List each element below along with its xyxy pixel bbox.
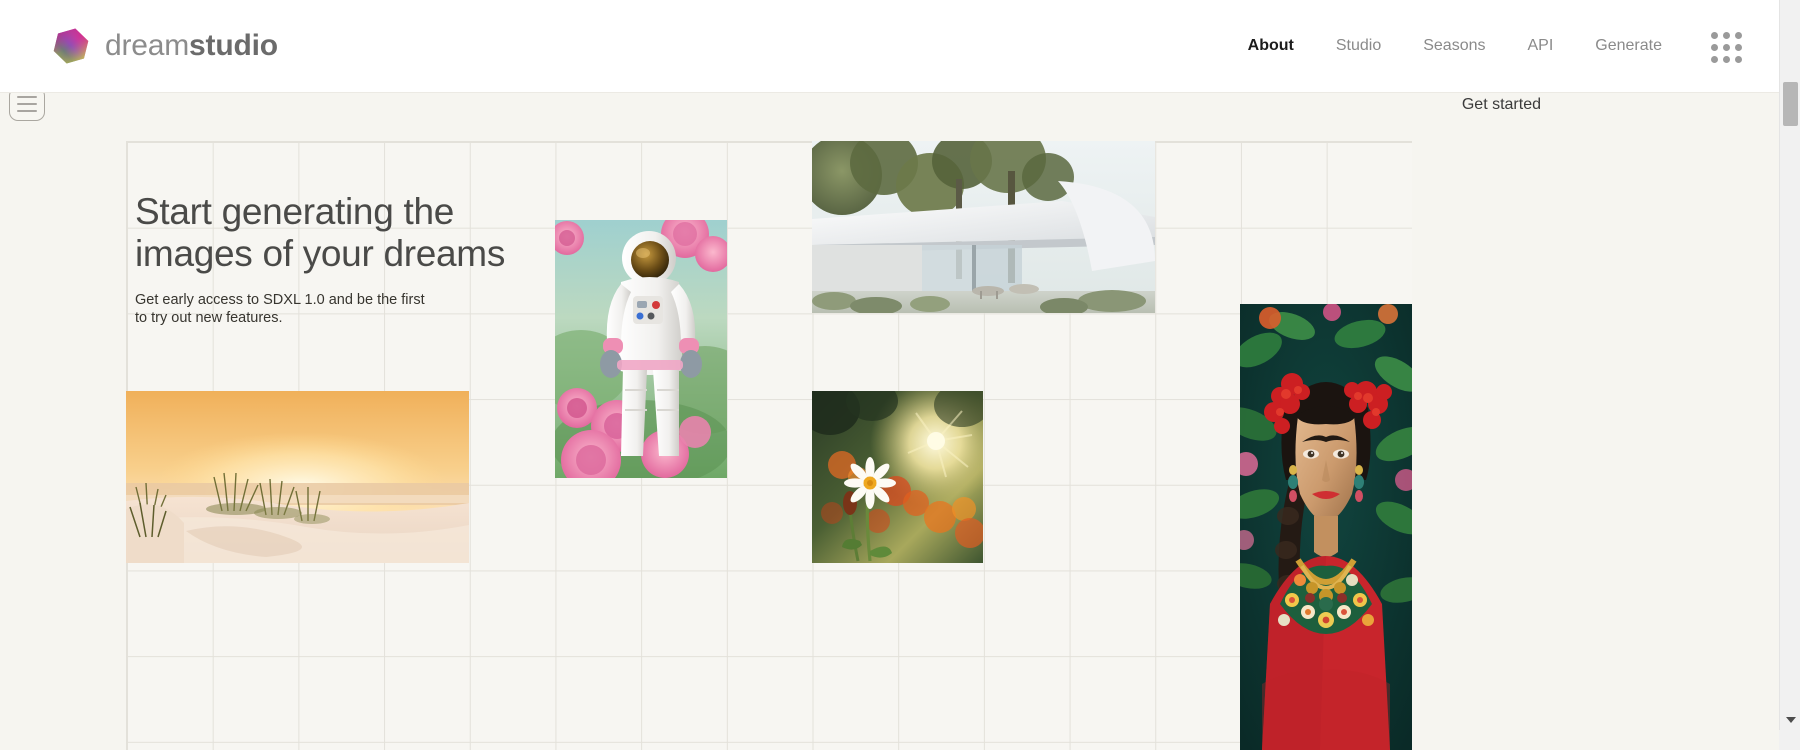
apps-grid-icon[interactable]	[1705, 26, 1745, 66]
chevron-down-icon[interactable]	[1780, 710, 1800, 730]
nav-item-about[interactable]: About	[1227, 37, 1315, 55]
brand-word-dream: dream	[105, 29, 190, 62]
top-navigation-bar: dreamstudio About Studio Seasons API Gen…	[0, 0, 1779, 93]
page-title-line-1: Start generating the	[135, 191, 454, 232]
page-title: Start generating the images of your drea…	[135, 191, 565, 275]
hero-subtext: Get early access to SDXL 1.0 and be the …	[135, 291, 425, 327]
get-started-button[interactable]: Get started	[1462, 96, 1541, 114]
browser-viewport: dreamstudio About Studio Seasons API Gen…	[0, 0, 1800, 750]
hamburger-icon[interactable]	[9, 93, 45, 121]
scrollbar-thumb[interactable]	[1783, 82, 1798, 126]
beach-dunes-sunset-image[interactable]	[126, 391, 469, 563]
vertical-scrollbar[interactable]	[1779, 0, 1800, 750]
page-title-line-2: images of your dreams	[135, 232, 506, 274]
brand-wordmark: dreamstudio	[105, 29, 278, 63]
brand-word-studio: studio	[189, 29, 278, 62]
daisy-meadow-image[interactable]	[812, 391, 983, 563]
page-body: Get started Start generating the images …	[0, 93, 1779, 750]
scrollbar-corner	[1779, 730, 1800, 750]
nav-item-seasons[interactable]: Seasons	[1402, 37, 1506, 55]
nav-item-generate[interactable]: Generate	[1574, 37, 1683, 55]
modern-architecture-image[interactable]	[812, 141, 1155, 313]
hexagon-gradient-icon	[50, 25, 92, 67]
frida-portrait-image[interactable]	[1240, 304, 1412, 750]
hero-text-block: Start generating the images of your drea…	[135, 191, 565, 328]
astronaut-roses-image[interactable]	[555, 220, 727, 478]
brand-logo[interactable]: dreamstudio	[50, 25, 278, 67]
image-gallery-canvas: Start generating the images of your drea…	[126, 141, 1412, 750]
main-nav: About Studio Seasons API Generate	[1227, 26, 1757, 66]
nav-item-studio[interactable]: Studio	[1315, 37, 1402, 55]
nav-item-api[interactable]: API	[1506, 37, 1574, 55]
